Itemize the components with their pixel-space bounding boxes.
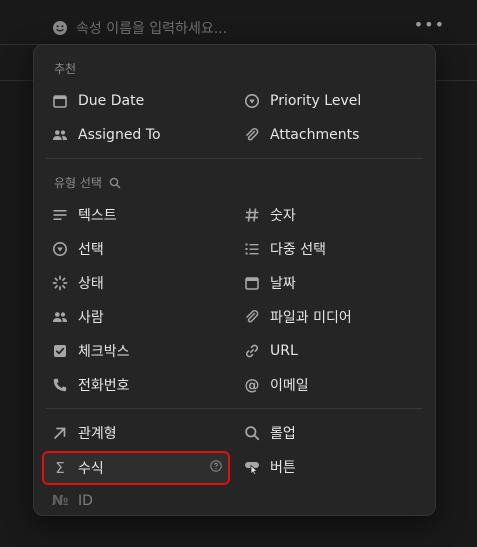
more-options-icon[interactable]: ••• [414, 15, 445, 34]
item-label: Priority Level [270, 93, 362, 109]
cursor-click-icon [244, 459, 260, 475]
select-icon [52, 241, 68, 257]
item-label: 관계형 [78, 426, 117, 442]
item-label: 수식 [78, 461, 104, 477]
sigma-icon: Σ [55, 459, 65, 477]
numero-icon: № [51, 493, 69, 509]
phone-icon [52, 377, 68, 393]
type-files-media[interactable]: 파일과 미디어 [244, 303, 424, 331]
item-label: 버튼 [270, 460, 296, 476]
help-icon[interactable] [210, 460, 222, 472]
item-label: 롤업 [270, 426, 296, 442]
arrow-up-right-icon [52, 425, 68, 441]
at-sign-icon: @ [244, 376, 260, 394]
item-label: 체크박스 [78, 344, 130, 360]
type-checkbox[interactable]: 체크박스 [52, 337, 232, 365]
type-multi-select[interactable]: 다중 선택 [244, 235, 424, 263]
item-label: 다중 선택 [270, 242, 326, 258]
hash-icon [244, 207, 260, 223]
suggested-attachments[interactable]: Attachments [244, 121, 424, 149]
item-label: 숫자 [270, 208, 296, 224]
paperclip-icon [244, 309, 260, 325]
item-label: 상태 [78, 276, 104, 292]
emoji-icon[interactable] [52, 20, 68, 36]
item-label: 사람 [78, 310, 104, 326]
paperclip-icon [244, 127, 260, 143]
property-type-menu: 추천 Due Date Priority Level Assigned To A… [33, 44, 436, 516]
item-label: Attachments [270, 127, 360, 143]
item-label: URL [270, 343, 298, 359]
search-icon[interactable] [109, 177, 121, 189]
suggested-section-title: 추천 [54, 60, 76, 77]
type-phone[interactable]: 전화번호 [52, 371, 232, 399]
types-title: 유형 선택 [54, 176, 102, 190]
type-url[interactable]: URL [244, 337, 424, 365]
type-section-title: 유형 선택 [54, 174, 121, 191]
calendar-icon [244, 275, 260, 291]
suggested-title: 추천 [54, 62, 77, 76]
type-email[interactable]: @ 이메일 [244, 371, 424, 399]
type-rollup[interactable]: 롤업 [244, 419, 424, 447]
type-number[interactable]: 숫자 [244, 201, 424, 229]
magnifier-icon [244, 425, 260, 441]
people-icon [52, 127, 68, 143]
property-name-input[interactable]: 속성 이름을 입력하세요... [52, 14, 227, 42]
status-spinner-icon [52, 275, 68, 291]
type-status[interactable]: 상태 [52, 269, 232, 297]
item-label: Due Date [78, 93, 145, 109]
text-lines-icon [52, 207, 68, 223]
item-label: 텍스트 [78, 208, 117, 224]
item-label: 파일과 미디어 [270, 310, 352, 326]
section-divider [46, 158, 423, 159]
type-text[interactable]: 텍스트 [52, 201, 232, 229]
list-icon [244, 241, 260, 257]
type-formula[interactable]: Σ 수식 [42, 451, 230, 485]
type-person[interactable]: 사람 [52, 303, 232, 331]
select-icon [244, 93, 260, 109]
calendar-icon [52, 93, 68, 109]
type-id[interactable]: № ID [52, 487, 232, 515]
item-label: Assigned To [78, 127, 161, 143]
people-icon [52, 309, 68, 325]
item-label: ID [78, 493, 93, 509]
item-label: 선택 [78, 242, 104, 258]
section-divider [46, 408, 423, 409]
item-label: 날짜 [270, 276, 296, 292]
suggested-priority-level[interactable]: Priority Level [244, 87, 424, 115]
item-label: 전화번호 [78, 378, 130, 394]
property-name-placeholder: 속성 이름을 입력하세요... [76, 21, 228, 37]
type-button[interactable]: 버튼 [244, 453, 424, 481]
type-date[interactable]: 날짜 [244, 269, 424, 297]
suggested-due-date[interactable]: Due Date [52, 87, 232, 115]
suggested-assigned-to[interactable]: Assigned To [52, 121, 232, 149]
type-relation[interactable]: 관계형 [52, 419, 232, 447]
type-select[interactable]: 선택 [52, 235, 232, 263]
link-icon [244, 343, 260, 359]
item-label: 이메일 [270, 378, 309, 394]
checkbox-icon [52, 343, 68, 359]
